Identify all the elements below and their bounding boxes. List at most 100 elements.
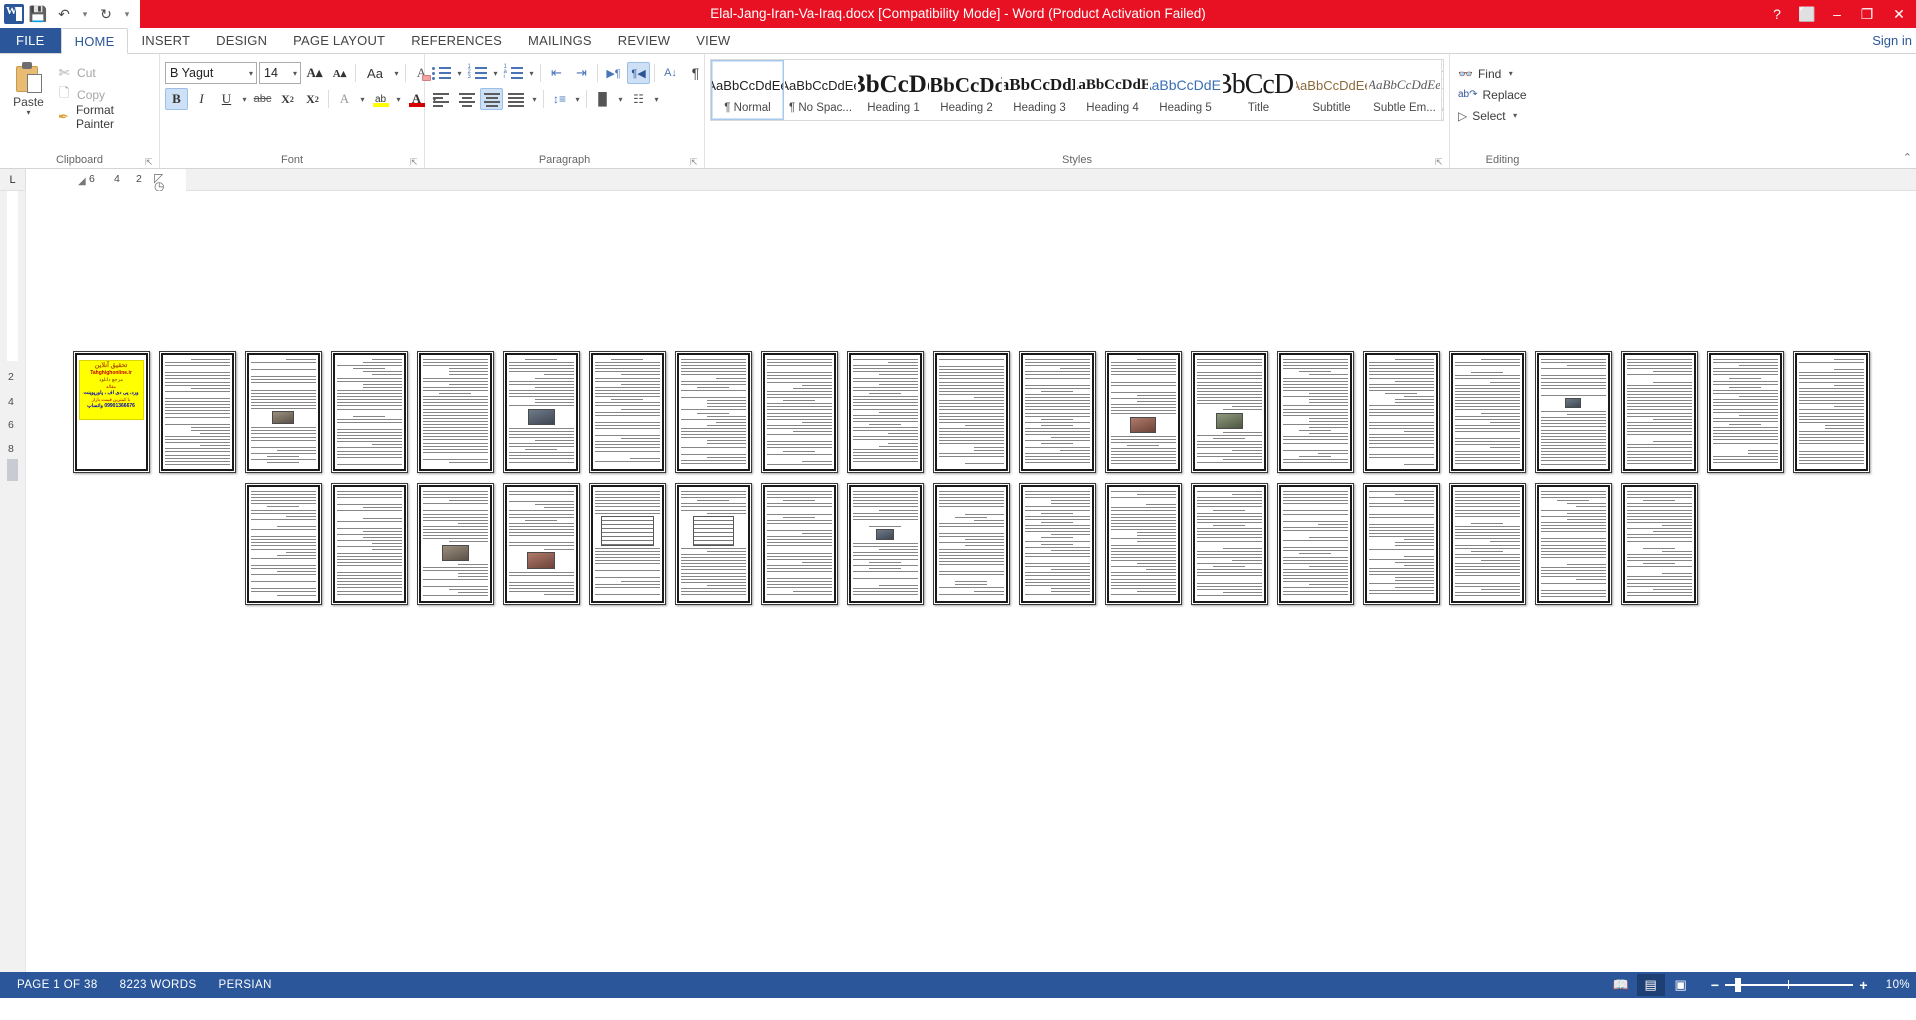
find-button[interactable]: 👓 Find ▾ <box>1455 63 1518 84</box>
page-thumbnail[interactable] <box>502 483 580 605</box>
page-thumbnail[interactable] <box>158 351 236 473</box>
align-left-button[interactable] <box>430 88 453 110</box>
page-thumbnail[interactable] <box>1620 483 1698 605</box>
rtl-text-direction-button[interactable]: ¶◀ <box>627 62 650 84</box>
tab-review[interactable]: REVIEW <box>605 28 683 53</box>
superscript-button[interactable]: X2 <box>301 88 324 110</box>
page-thumbnail[interactable] <box>1276 351 1354 473</box>
tab-design[interactable]: DESIGN <box>203 28 280 53</box>
styles-dialog-launcher[interactable]: ⇱ <box>1435 158 1444 167</box>
page-thumbnail[interactable] <box>1534 351 1612 473</box>
close-button[interactable]: ✕ <box>1882 0 1916 28</box>
page-thumbnail[interactable] <box>1448 351 1526 473</box>
page-thumbnail[interactable] <box>846 351 924 473</box>
tab-page-layout[interactable]: PAGE LAYOUT <box>280 28 398 53</box>
page-thumbnail[interactable] <box>1104 351 1182 473</box>
help-icon[interactable]: ? <box>1762 0 1792 28</box>
font-name-input[interactable]: B Yagut ▾ <box>165 62 257 84</box>
page-number-status[interactable]: PAGE 1 OF 38 <box>6 972 109 998</box>
style-heading-4[interactable]: AaBbCcDdEe Heading 4 <box>1076 60 1149 120</box>
tab-insert[interactable]: INSERT <box>128 28 203 53</box>
page-thumbnail[interactable]: تحقیق آنلاین Tahghighonline.ir مرجع دانلود… <box>72 351 150 473</box>
tab-references[interactable]: REFERENCES <box>398 28 515 53</box>
page-thumbnail[interactable] <box>846 483 924 605</box>
align-center-button[interactable] <box>480 88 503 110</box>
styles-scroll-up-button[interactable]: ▴ <box>1442 60 1443 80</box>
cut-button[interactable]: ✄ Cut <box>52 63 154 83</box>
clipboard-dialog-launcher[interactable]: ⇱ <box>145 158 154 167</box>
tab-mailings[interactable]: MAILINGS <box>515 28 605 53</box>
replace-button[interactable]: ab↷ Replace <box>1455 84 1530 105</box>
indent-marker-icon[interactable]: ◢ <box>78 176 86 187</box>
tab-home[interactable]: HOME <box>60 28 129 54</box>
text-highlight-button[interactable]: ab <box>369 88 392 110</box>
shading-dropdown-icon[interactable]: ▾ <box>616 95 625 104</box>
print-layout-button[interactable]: ▤ <box>1636 974 1665 996</box>
paste-dropdown-icon[interactable]: ▾ <box>27 109 31 117</box>
page-thumbnail[interactable] <box>760 483 838 605</box>
ltr-text-direction-button[interactable]: ▶¶ <box>602 62 625 84</box>
style-subtle-emphasis[interactable]: AaBbCcDdEe Subtle Em... <box>1368 60 1441 120</box>
multilevel-dropdown-icon[interactable]: ▾ <box>527 69 536 78</box>
font-size-input[interactable]: 14 ▾ <box>259 62 301 84</box>
zoom-knob[interactable] <box>1735 978 1742 992</box>
horizontal-ruler[interactable]: 6 4 2 ◢ ◸ ◷ <box>26 169 186 193</box>
text-effects-dropdown-icon[interactable]: ▾ <box>358 95 367 104</box>
font-size-dropdown-icon[interactable]: ▾ <box>293 69 297 78</box>
page-thumbnail[interactable] <box>1620 351 1698 473</box>
page-thumbnail[interactable] <box>330 483 408 605</box>
bold-button[interactable]: B <box>165 88 188 110</box>
borders-dropdown-icon[interactable]: ▾ <box>652 95 661 104</box>
paragraph-dialog-launcher[interactable]: ⇱ <box>690 158 699 167</box>
minimize-button[interactable]: – <box>1822 0 1852 28</box>
save-icon[interactable]: 💾 <box>26 2 50 26</box>
styles-more-button[interactable]: ≡ <box>1442 100 1443 120</box>
page-thumbnail[interactable] <box>330 351 408 473</box>
tab-stop-selector[interactable]: L <box>0 169 26 190</box>
style-heading-1[interactable]: AaBbCcDdEe Heading 1 <box>857 60 930 120</box>
increase-indent-button[interactable]: ⇥ <box>570 62 593 84</box>
select-button[interactable]: ▷ Select ▾ <box>1455 105 1523 126</box>
page-thumbnail[interactable] <box>1018 351 1096 473</box>
page-thumbnail[interactable] <box>416 483 494 605</box>
sign-in-link[interactable]: Sign in <box>1872 28 1916 53</box>
strikethrough-button[interactable]: abc <box>251 88 274 110</box>
redo-icon[interactable]: ↻ <box>94 2 118 26</box>
bullets-dropdown-icon[interactable]: ▾ <box>455 69 464 78</box>
numbering-dropdown-icon[interactable]: ▾ <box>491 69 500 78</box>
bullets-button[interactable] <box>430 62 453 84</box>
undo-dropdown-icon[interactable]: ▾ <box>78 2 92 26</box>
sort-button[interactable]: A↓ <box>659 62 682 84</box>
style-subtitle[interactable]: AaBbCcDdEe Subtitle <box>1295 60 1368 120</box>
show-formatting-marks-button[interactable]: ¶ <box>684 62 707 84</box>
word-count-status[interactable]: 8223 WORDS <box>109 972 208 998</box>
style-heading-5[interactable]: AaBbCcDdEe Heading 5 <box>1149 60 1222 120</box>
shading-button[interactable]: █ <box>591 88 614 110</box>
select-dropdown-icon[interactable]: ▾ <box>1511 111 1520 120</box>
language-status[interactable]: PERSIAN <box>208 972 283 998</box>
page-thumbnail[interactable] <box>674 351 752 473</box>
style-heading-2[interactable]: AaBbCcDdEe Heading 2 <box>930 60 1003 120</box>
collapse-ribbon-button[interactable]: ⌃ <box>1903 151 1912 164</box>
page-thumbnail[interactable] <box>1792 351 1870 473</box>
align-center-button-alt[interactable] <box>455 88 478 110</box>
style-normal[interactable]: AaBbCcDdEe ¶ Normal <box>711 60 784 120</box>
tab-view[interactable]: VIEW <box>683 28 743 53</box>
page-thumbnail[interactable] <box>1276 483 1354 605</box>
justify-button[interactable] <box>505 88 528 110</box>
page-thumbnail[interactable] <box>588 351 666 473</box>
zoom-level-value[interactable]: 10% <box>1876 979 1910 991</box>
style-heading-3[interactable]: AaBbCcDdEe Heading 3 <box>1003 60 1076 120</box>
page-thumbnail[interactable] <box>1104 483 1182 605</box>
page-thumbnail[interactable] <box>674 483 752 605</box>
style-title[interactable]: AaBbCcDdEe Title <box>1222 60 1295 120</box>
page-thumbnail[interactable] <box>502 351 580 473</box>
undo-icon[interactable]: ↶ <box>52 2 76 26</box>
page-thumbnail[interactable] <box>932 483 1010 605</box>
text-effects-button[interactable]: A <box>333 88 356 110</box>
borders-button[interactable]: ☷ <box>627 88 650 110</box>
vertical-ruler[interactable]: 2 4 6 8 <box>0 191 26 972</box>
page-thumbnail[interactable] <box>1362 351 1440 473</box>
page-thumbnail[interactable] <box>244 483 322 605</box>
page-thumbnail[interactable] <box>1018 483 1096 605</box>
